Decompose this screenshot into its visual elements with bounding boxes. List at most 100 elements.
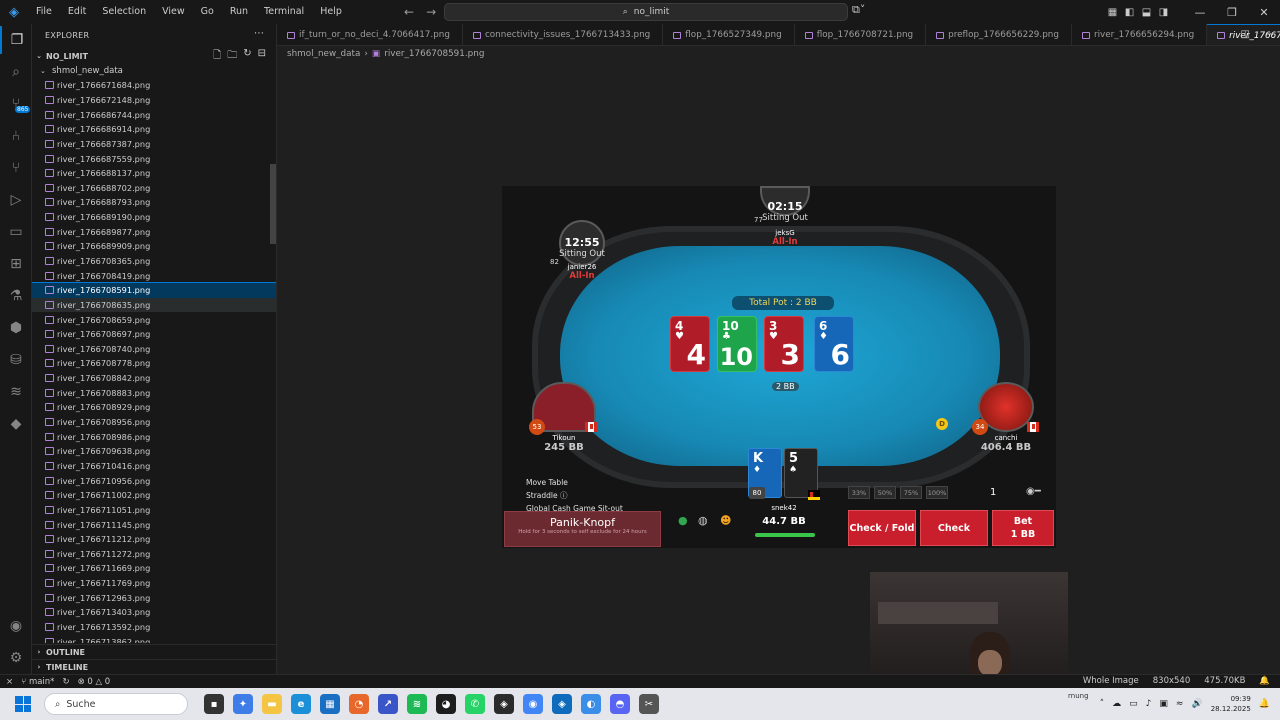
file-item[interactable]: river_1766688793.png <box>32 195 276 210</box>
menu-selection[interactable]: Selection <box>94 0 154 24</box>
check-button[interactable]: Check <box>920 510 988 546</box>
size-75-button[interactable]: 75% <box>900 486 922 499</box>
chevron-up-icon[interactable]: ˄ <box>1100 699 1105 709</box>
source-control-icon[interactable]: ⑂ 865 <box>0 90 32 118</box>
folder-shmol-new-data[interactable]: ⌄ shmol_new_data <box>32 63 276 78</box>
back-arrow-icon[interactable]: ← <box>404 0 414 24</box>
explorer-icon[interactable]: ❐ <box>0 26 32 54</box>
branch-indicator[interactable]: ⑂ main* <box>21 677 54 687</box>
file-item[interactable]: river_1766708929.png <box>32 400 276 415</box>
discord-icon[interactable]: ◓ <box>610 694 630 714</box>
remote-icon[interactable]: ⨯ <box>6 677 13 687</box>
branches-icon[interactable]: ⑂ <box>0 154 32 182</box>
emoji-icon[interactable]: ☻ <box>720 514 731 527</box>
close-icon[interactable]: ✕ <box>1248 6 1280 19</box>
file-item[interactable]: river_1766711145.png <box>32 517 276 532</box>
file-item[interactable]: river_1766708956.png <box>32 415 276 430</box>
remote-explorer-icon[interactable]: ▭ <box>0 218 32 246</box>
file-item[interactable]: river_1766708883.png <box>32 385 276 400</box>
file-item[interactable]: river_1766708778.png <box>32 356 276 371</box>
file-item[interactable]: river_1766711212.png <box>32 532 276 547</box>
panel-toggle-icon[interactable]: ⬓ <box>1138 7 1155 18</box>
file-item[interactable]: river_1766708740.png <box>32 342 276 357</box>
seat-topleft[interactable]: 12:55 Sitting Out janier26 All-In <box>552 220 612 281</box>
bet-slider-icon[interactable]: ◉━ <box>1026 486 1054 497</box>
file-item[interactable]: river_1766686914.png <box>32 122 276 137</box>
notification-icon[interactable]: 🔔 <box>1259 699 1270 709</box>
editor-tab[interactable]: preflop_1766656229.png <box>926 24 1072 45</box>
containers-icon[interactable]: ⬢ <box>0 314 32 342</box>
file-item[interactable]: river_1766689909.png <box>32 239 276 254</box>
bet-button[interactable]: Bet 1 BB <box>992 510 1054 546</box>
command-center-search[interactable]: ⌕ no_limit <box>444 3 848 21</box>
editor-tab[interactable]: flop_1766527349.png <box>663 24 795 45</box>
file-item[interactable]: river_1766708635.png <box>32 297 276 313</box>
layout-toggle-icon[interactable]: ▦ <box>1104 7 1121 18</box>
github-desktop-icon[interactable]: ◕ <box>436 694 456 714</box>
windows-start-icon[interactable] <box>12 693 34 715</box>
database-icon[interactable]: ⛁ <box>0 346 32 374</box>
file-item[interactable]: river_1766708986.png <box>32 429 276 444</box>
snipping-tool-icon[interactable]: ✂ <box>639 694 659 714</box>
file-item[interactable]: river_1766689190.png <box>32 210 276 225</box>
file-item[interactable]: river_1766711669.png <box>32 561 276 576</box>
file-item[interactable]: river_1766708419.png <box>32 268 276 283</box>
breadcrumb-file[interactable]: river_1766708591.png <box>384 47 484 61</box>
file-item[interactable]: river_1766688137.png <box>32 166 276 181</box>
sidebar-scrollbar[interactable] <box>270 164 276 244</box>
straddle-option[interactable]: Straddle ⓘ <box>526 489 623 502</box>
file-item[interactable]: river_1766711051.png <box>32 503 276 518</box>
minimize-icon[interactable]: — <box>1184 6 1216 19</box>
file-item[interactable]: river_1766687559.png <box>32 151 276 166</box>
size-100-button[interactable]: 100% <box>926 486 948 499</box>
menu-help[interactable]: Help <box>312 0 350 24</box>
seat-right[interactable]: canchi 406.4 BB <box>972 382 1040 453</box>
copilot-app-icon[interactable]: ✦ <box>233 694 253 714</box>
account-icon[interactable]: ◉ <box>0 612 32 640</box>
file-item[interactable]: river_1766713592.png <box>32 620 276 635</box>
settings-gear-icon[interactable]: ⚙ <box>0 644 32 672</box>
file-item[interactable]: river_1766711272.png <box>32 547 276 562</box>
file-item[interactable]: river_1766710956.png <box>32 473 276 488</box>
taskbar-search[interactable]: ⌕ Suche <box>44 693 188 715</box>
file-item[interactable]: river_1766708591.png <box>32 281 276 299</box>
outline-section[interactable]: › OUTLINE <box>32 644 276 659</box>
file-item[interactable]: river_1766686744.png <box>32 107 276 122</box>
stack-icon[interactable]: ≋ <box>0 378 32 406</box>
more-actions-icon[interactable]: ⋯ <box>1262 24 1272 46</box>
notifications-bell-icon[interactable]: 🔔 <box>1259 675 1270 688</box>
size-33-button[interactable]: 33% <box>848 486 870 499</box>
editor-tab[interactable]: if_turn_or_no_deci_4.7066417.png <box>277 24 463 45</box>
editor-tab[interactable]: connectivity_issues_1766713433.png <box>463 24 664 45</box>
file-item[interactable]: river_1766672148.png <box>32 93 276 108</box>
run-debug-icon[interactable]: ▷ <box>0 186 32 214</box>
python-icon[interactable]: ◆ <box>0 410 32 438</box>
search-icon[interactable]: ⌕ <box>0 58 32 86</box>
file-item[interactable]: river_1766713862.png <box>32 634 276 643</box>
image-zoom-mode[interactable]: Whole Image <box>1083 675 1139 688</box>
file-item[interactable]: river_1766713403.png <box>32 605 276 620</box>
menu-go[interactable]: Go <box>193 0 222 24</box>
file-item[interactable]: river_1766687387.png <box>32 137 276 152</box>
edge-icon[interactable]: e <box>291 694 311 714</box>
file-item[interactable]: river_1766708842.png <box>32 371 276 386</box>
wifi-icon[interactable]: ≈ <box>1176 699 1184 709</box>
volume-icon[interactable]: 🔊 <box>1191 699 1202 709</box>
file-item[interactable]: river_1766708659.png <box>32 312 276 327</box>
testing-icon[interactable]: ⚗ <box>0 282 32 310</box>
camera-icon[interactable]: ● <box>678 514 688 527</box>
monitor-icon[interactable]: ▭ <box>1129 699 1138 709</box>
file-item[interactable]: river_1766671684.png <box>32 78 276 93</box>
app-icon[interactable]: ◈ <box>494 694 514 714</box>
file-item[interactable]: river_1766711769.png <box>32 576 276 591</box>
cloud-icon[interactable]: ☁ <box>1112 699 1121 709</box>
clock[interactable]: 09:39 28.12.2025 <box>1211 694 1251 714</box>
powerautomate-icon[interactable]: ↗ <box>378 694 398 714</box>
display-icon[interactable]: ▣ <box>1159 699 1168 709</box>
file-item[interactable]: river_1766688702.png <box>32 180 276 195</box>
bet-amount-input[interactable]: 1 <box>990 487 996 498</box>
secondary-sidebar-toggle-icon[interactable]: ◨ <box>1155 7 1172 18</box>
forward-arrow-icon[interactable]: → <box>426 0 436 24</box>
extensions-icon[interactable]: ⊞ <box>0 250 32 278</box>
problems-indicator[interactable]: ⊗ 0 △ 0 <box>78 677 111 687</box>
